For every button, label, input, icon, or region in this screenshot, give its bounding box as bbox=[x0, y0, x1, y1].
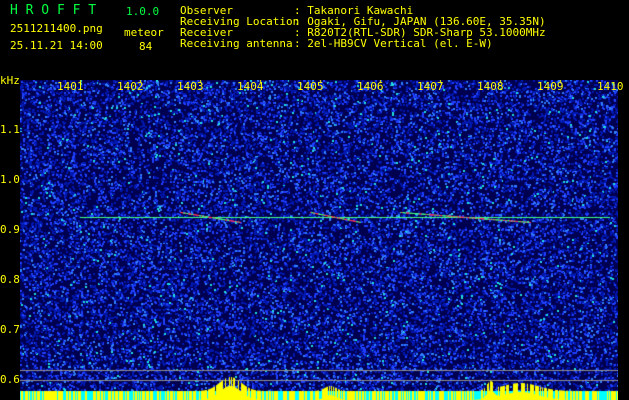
x-tick-label: 1410 bbox=[597, 80, 624, 93]
y-tick-label: 1.1 bbox=[0, 123, 20, 136]
meteor-label: meteor bbox=[124, 26, 164, 39]
y-unit-label: kHz bbox=[0, 74, 20, 87]
y-tick-label: 0.9 bbox=[0, 223, 20, 236]
info-label: Receiving antenna bbox=[180, 37, 293, 50]
x-tick-label: 1407 bbox=[417, 80, 444, 93]
x-tick-label: 1403 bbox=[177, 80, 204, 93]
info-value: : 2el-HB9CV Vertical (el. E-W) bbox=[294, 37, 493, 50]
x-tick-label: 1409 bbox=[537, 80, 564, 93]
datetime: 25.11.21 14:00 bbox=[10, 39, 103, 52]
spectrogram bbox=[20, 80, 618, 400]
meteor-count: 84 bbox=[139, 40, 153, 53]
filename: 2511211400.png bbox=[10, 22, 103, 35]
y-tick-label: 0.7 bbox=[0, 323, 20, 336]
app-version: 1.0.0 bbox=[126, 5, 160, 18]
y-tick-label: 0.6 bbox=[0, 373, 20, 386]
y-tick-label: 1.0 bbox=[0, 173, 20, 186]
x-tick-label: 1404 bbox=[237, 80, 264, 93]
x-tick-label: 1408 bbox=[477, 80, 504, 93]
y-tick-label: 0.8 bbox=[0, 273, 20, 286]
x-tick-label: 1402 bbox=[117, 80, 144, 93]
app-name: H R O F F T bbox=[10, 3, 97, 18]
x-tick-label: 1406 bbox=[357, 80, 384, 93]
x-tick-label: 1405 bbox=[297, 80, 324, 93]
x-tick-label: 1401 bbox=[57, 80, 84, 93]
